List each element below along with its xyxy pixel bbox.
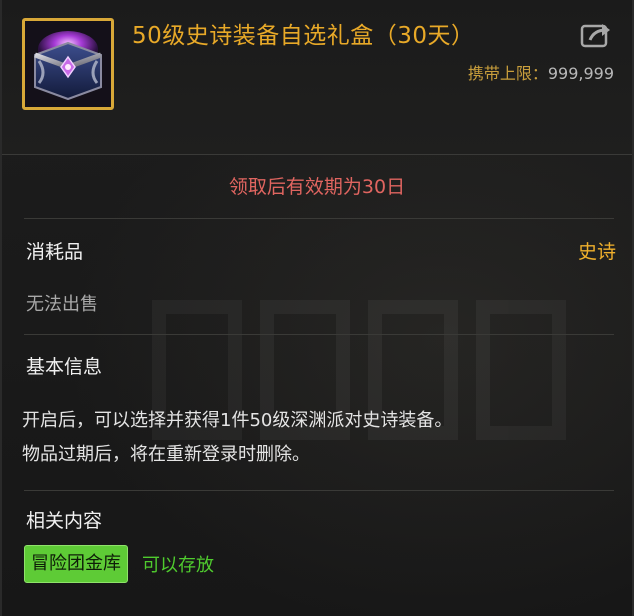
share-icon[interactable] (580, 20, 614, 50)
item-rarity: 史诗 (577, 241, 616, 263)
divider (24, 218, 614, 219)
storage-status: 可以存放 (142, 555, 214, 576)
basic-info-description: 开启后，可以选择并获得1件50级深渊派对史诗装备。 物品过期后，将在重新登录时删… (22, 404, 452, 472)
expiry-notice: 领取后有效期为30日 (228, 176, 406, 198)
item-name: 50级史诗装备自选礼盒（30天） (132, 23, 475, 49)
divider (24, 490, 614, 491)
description-line: 物品过期后，将在重新登录时删除。 (22, 444, 310, 465)
epic-gift-box-icon (22, 18, 114, 110)
adventure-vault-badge: 冒险团金库 (24, 545, 128, 583)
item-category: 消耗品 (26, 241, 84, 263)
divider (24, 334, 614, 335)
tooltip-header: 50级史诗装备自选礼盒（30天） 携带上限：999,999 (2, 0, 632, 155)
item-tooltip: 50级史诗装备自选礼盒（30天） 携带上限：999,999 领取后有效期为30日… (0, 0, 634, 616)
carry-limit-value: 999,999 (547, 64, 614, 83)
description-line: 开启后，可以选择并获得1件50级深渊派对史诗装备。 (22, 410, 453, 431)
basic-info-title: 基本信息 (26, 356, 103, 378)
related-content-title: 相关内容 (26, 510, 103, 532)
trade-status: 无法出售 (26, 294, 98, 315)
carry-limit-label: 携带上限： (467, 64, 548, 83)
carry-limit: 携带上限：999,999 (468, 60, 614, 84)
